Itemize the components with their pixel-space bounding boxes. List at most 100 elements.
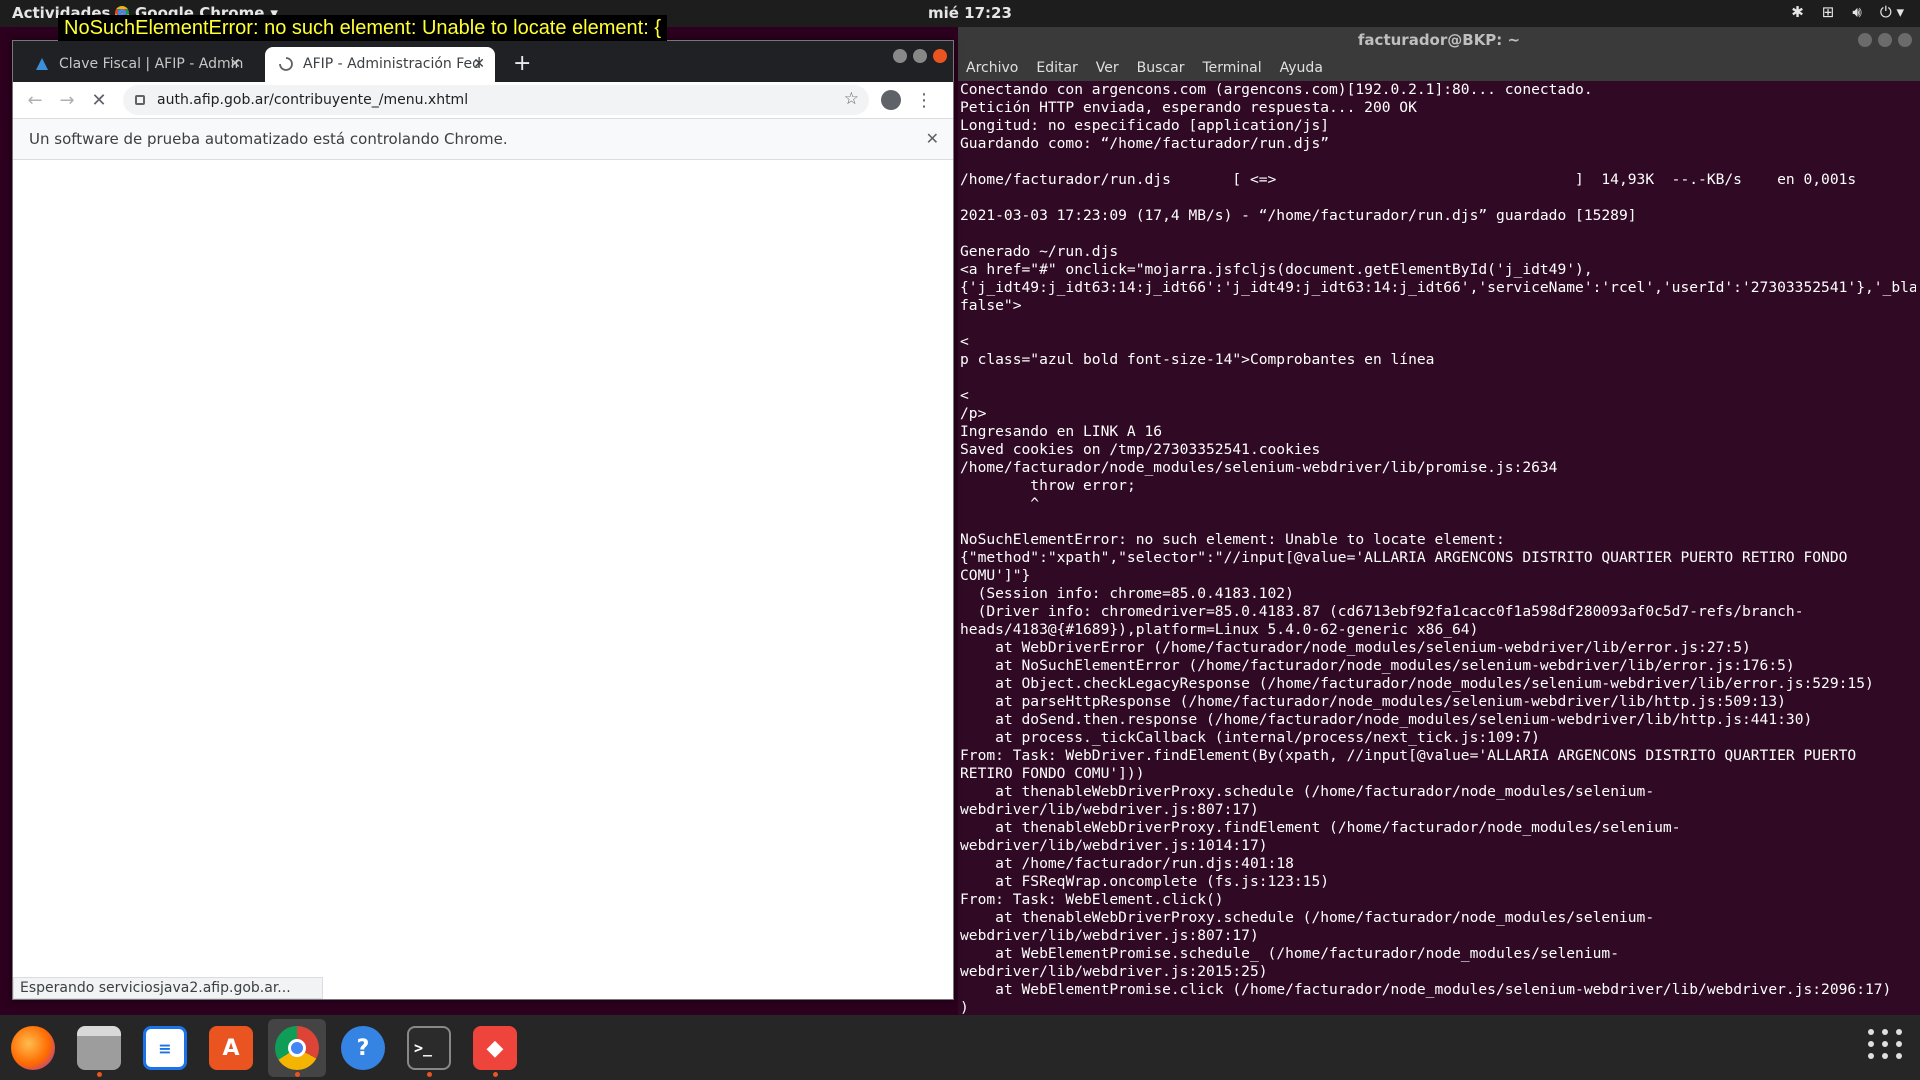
terminal-line: ^ [960,495,1040,512]
terminal-line: Ingresando en LINK A 16 [960,423,1163,440]
menu-editar[interactable]: Editar [1036,57,1077,81]
tab-title: AFIP - Administración Fed [303,56,482,72]
terminal-line: From: Task: WebElement.click() [960,891,1224,908]
terminal-line: at process._tickCallback (internal/proce… [960,729,1540,746]
terminal-line: at doSend.then.response (/home/facturado… [960,711,1813,728]
terminal-line: at thenableWebDriverProxy.findElement (/… [960,819,1681,854]
software-icon: A [209,1026,253,1070]
terminal-line: From: Task: WebDriver.findElement(By(xpa… [960,747,1865,782]
terminal-line: /home/facturador/run.djs [ <=> ] 14,93K … [960,171,1857,188]
terminal-line: Generado ~/run.djs [960,243,1119,260]
address-bar[interactable]: auth.afip.gob.ar/contribuyente_/menu.xht… [123,85,869,115]
menu-archivo[interactable]: Archivo [966,57,1018,81]
dock-writer[interactable]: ≡ [136,1019,194,1077]
menu-buscar[interactable]: Buscar [1137,57,1185,81]
maximize-button[interactable] [1878,33,1892,47]
terminal-line: at parseHttpResponse (/home/facturador/n… [960,693,1786,710]
minimize-button[interactable] [1858,33,1872,47]
terminal-line: < [960,369,1909,404]
tab-strip: Clave Fiscal | AFIP - Admin ✕ AFIP - Adm… [13,41,953,82]
tab-title: Clave Fiscal | AFIP - Admin [59,56,244,72]
power-icon[interactable]: ⏻ ▾ [1880,3,1904,21]
dock-terminal[interactable]: >_ [400,1019,458,1077]
anydesk-icon: ◆ [473,1026,517,1070]
bluetooth-icon[interactable]: ✱ [1791,3,1804,21]
terminal-menubar: Archivo Editar Ver Buscar Terminal Ayuda [958,57,1920,81]
close-icon[interactable]: ✕ [229,47,241,81]
network-icon[interactable]: ⊞ [1822,3,1835,21]
close-button[interactable] [933,49,947,63]
back-button[interactable]: ← [19,90,51,111]
system-tray[interactable]: ✱ ⊞ 🔊︎ ⏻ ▾ [1791,3,1904,21]
volume-icon[interactable]: 🔊︎ [1852,3,1861,21]
terminal-line: < [960,315,1909,350]
menu-ver[interactable]: Ver [1096,57,1119,81]
menu-ayuda[interactable]: Ayuda [1280,57,1323,81]
terminal-line: /home/facturador/node_modules/selenium-w… [960,459,1558,476]
terminal-line: 2021-03-03 17:23:09 (17,4 MB/s) - “/home… [960,207,1637,224]
terminal-line: Petición HTTP enviada, esperando respues… [960,99,1417,116]
new-tab-button[interactable]: + [513,47,531,81]
terminal-line: at WebDriverError (/home/facturador/node… [960,639,1751,656]
profile-avatar[interactable] [881,90,901,110]
show-applications-icon[interactable] [1868,1029,1904,1059]
files-icon [77,1026,121,1070]
infobar-close-icon[interactable]: ✕ [926,119,939,159]
close-button[interactable] [1898,33,1912,47]
firefox-icon [11,1026,55,1070]
terminal-line: (Driver info: chromedriver=85.0.4183.87 … [960,603,1804,638]
terminal-line: /p> [960,405,987,422]
close-icon[interactable]: ✕ [473,47,485,81]
menu-terminal[interactable]: Terminal [1202,57,1261,81]
terminal-line: throw error; [960,477,1136,494]
running-indicator [96,1072,102,1077]
clock[interactable]: mié 17:23 [928,4,1012,22]
terminal-line: Guardando como: “/home/facturador/run.dj… [960,135,1330,152]
running-indicator [426,1072,432,1077]
terminal-icon: >_ [407,1026,451,1070]
terminal-line: (Session info: chrome=85.0.4183.102) [960,585,1294,602]
tab-clave-fiscal[interactable]: Clave Fiscal | AFIP - Admin ✕ [21,47,251,82]
terminal-line: Conectando con argencons.com (argencons.… [960,81,1593,98]
automation-infobar: Un software de prueba automatizado está … [13,119,953,160]
stop-loading-button[interactable]: ✕ [83,90,115,111]
terminal-line: at WebElementPromise.click (/home/factur… [960,981,1892,998]
terminal-titlebar[interactable]: facturador@BKP: ~ [958,27,1920,57]
forward-button[interactable]: → [51,90,83,111]
help-icon: ? [341,1026,385,1070]
status-bubble: Esperando serviciosjava2.afip.gob.ar... [13,977,323,999]
chrome-window[interactable]: Clave Fiscal | AFIP - Admin ✕ AFIP - Adm… [12,40,954,1000]
tab-afip-administracion[interactable]: AFIP - Administración Fed ✕ [265,47,495,82]
terminal-line: NoSuchElementError: no such element: Una… [960,531,1857,584]
menu-kebab-icon[interactable]: ⋮ [915,90,933,111]
dock-anydesk[interactable]: ◆ [466,1019,524,1077]
dock-software[interactable]: A [202,1019,260,1077]
terminal-line: at WebElementPromise.schedule_ (/home/fa… [960,945,1619,980]
dock-chrome[interactable] [268,1019,326,1077]
error-notification: NoSuchElementError: no such element: Una… [58,15,667,41]
terminal-output[interactable]: Conectando con argencons.com (argencons.… [960,81,1916,1015]
running-indicator [492,1072,498,1077]
page-content [13,161,953,999]
dock-help[interactable]: ? [334,1019,392,1077]
minimize-button[interactable] [893,49,907,63]
browser-toolbar: ← → ✕ auth.afip.gob.ar/contribuyente_/me… [13,82,953,119]
terminal-line: at thenableWebDriverProxy.schedule (/hom… [960,909,1655,944]
bookmark-star-icon[interactable]: ☆ [844,89,859,109]
dock-firefox[interactable] [4,1019,62,1077]
terminal-line: at thenableWebDriverProxy.schedule (/hom… [960,783,1655,818]
maximize-button[interactable] [913,49,927,63]
infobar-message: Un software de prueba automatizado está … [29,130,508,148]
dock-files[interactable] [70,1019,128,1077]
terminal-line: at /home/facturador/run.djs:401:18 [960,855,1294,872]
terminal-line: Saved cookies on /tmp/27303352541.cookie… [960,441,1321,458]
lock-icon[interactable] [135,95,145,105]
terminal-line: at Object.checkLegacyResponse (/home/fac… [960,675,1874,692]
terminal-line: at NoSuchElementError (/home/facturador/… [960,657,1795,674]
terminal-line: ) [960,999,969,1015]
terminal-window[interactable]: facturador@BKP: ~ Archivo Editar Ver Bus… [958,27,1920,1039]
